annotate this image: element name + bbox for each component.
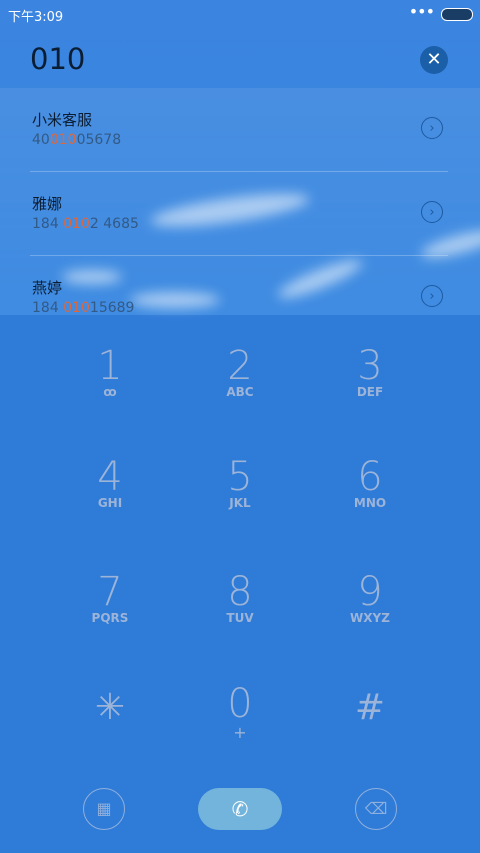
chevron-right-icon[interactable]: › [421, 201, 443, 223]
key-digit: 2 [227, 343, 253, 389]
contact-name: 雅娜 [32, 195, 63, 213]
more-icon: ••• [408, 2, 435, 21]
call-button[interactable]: ✆ [198, 788, 282, 830]
key-digit: 3 [357, 343, 383, 389]
status-bar: 下午3:09 ••• [0, 0, 480, 28]
key-letters: PQRS [91, 611, 129, 625]
key-4[interactable]: 4 GHI [50, 456, 170, 556]
grid-icon: ▦ [96, 799, 112, 818]
key-letters: GHI [97, 496, 123, 510]
key-5[interactable]: 5 JKL [180, 456, 300, 556]
key-7[interactable]: 7 PQRS [50, 571, 170, 671]
key-digit: 1 [97, 343, 123, 389]
key-letters: JKL [229, 496, 251, 510]
contact-number: 4001005678 [32, 132, 122, 148]
contact-name: 小米客服 [32, 111, 93, 129]
voicemail-icon: ꝏ [103, 385, 117, 399]
key-1[interactable]: 1 ꝏ [50, 345, 170, 445]
key-letters: MNO [353, 496, 387, 510]
key-digit: 7 [97, 569, 123, 615]
contact-row[interactable]: 雅娜 184 0102 4685 › [0, 172, 480, 256]
key-letters: WXYZ [350, 611, 390, 625]
backspace-icon: ⌫ [364, 799, 388, 818]
clear-button[interactable]: ✕ [420, 46, 448, 74]
key-digit: 9 [357, 569, 383, 615]
backspace-button[interactable]: ⌫ [355, 788, 397, 830]
contact-results: 小米客服 4001005678 › 雅娜 184 0102 4685 › 燕婷 … [0, 88, 480, 316]
close-icon: ✕ [426, 49, 442, 70]
key-3[interactable]: 3 DEF [310, 345, 430, 445]
contact-number: 184 01015689 [32, 300, 135, 316]
key-letters: ABC [226, 385, 254, 399]
key-8[interactable]: 8 TUV [180, 571, 300, 671]
hash-icon: # [354, 687, 386, 728]
key-digit: 6 [357, 454, 383, 500]
key-digit: 8 [227, 569, 253, 615]
key-letters: TUV [226, 611, 254, 625]
key-letters: DEF [356, 385, 384, 399]
contact-number: 184 0102 4685 [32, 216, 139, 232]
chevron-right-icon[interactable]: › [421, 285, 443, 307]
contact-row[interactable]: 小米客服 4001005678 › [0, 88, 480, 172]
key-digit: 0 [227, 681, 253, 727]
chevron-right-icon[interactable]: › [421, 117, 443, 139]
key-letters: + [233, 723, 247, 742]
key-hash[interactable]: # [310, 686, 430, 786]
contact-name: 燕婷 [32, 279, 63, 297]
dial-number-display[interactable]: 010 [30, 42, 85, 76]
contact-row[interactable]: 燕婷 184 01015689 › [0, 256, 480, 340]
key-digit: 5 [227, 454, 253, 500]
key-2[interactable]: 2 ABC [180, 345, 300, 445]
dialer-screen: 下午3:09 ••• 010 ✕ 小米客服 4001005678 › 雅娜 18… [0, 0, 480, 853]
key-star[interactable]: ✳ [50, 686, 170, 786]
key-6[interactable]: 6 MNO [310, 456, 430, 556]
key-digit: 4 [97, 454, 123, 500]
star-icon: ✳ [94, 687, 126, 728]
key-0[interactable]: 0 + [180, 683, 300, 783]
phone-icon: ✆ [231, 797, 249, 821]
key-9[interactable]: 9 WXYZ [310, 571, 430, 671]
battery-icon [441, 8, 473, 21]
status-time: 下午3:09 [8, 10, 64, 25]
keypad-toggle-button[interactable]: ▦ [83, 788, 125, 830]
